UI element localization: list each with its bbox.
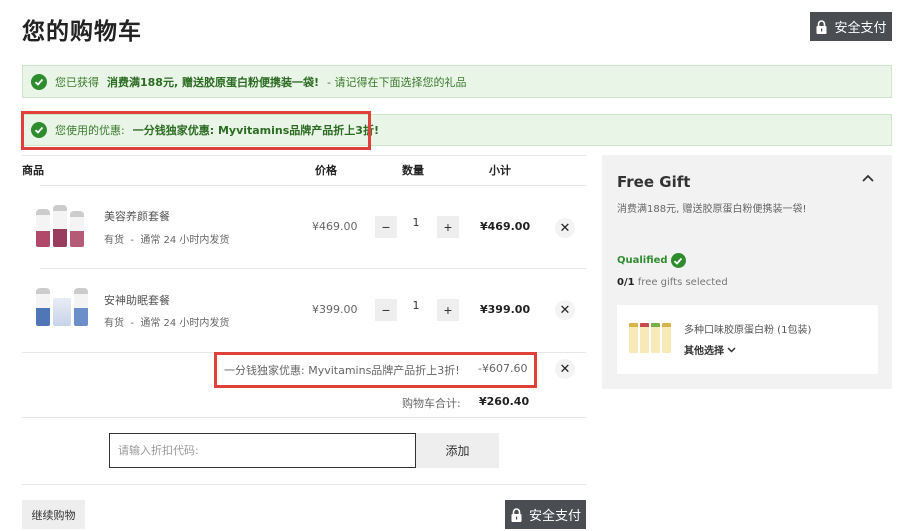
lock-icon	[510, 507, 523, 522]
shipping-info: 通常 24 小时内发货	[140, 235, 230, 246]
product-name[interactable]: 安神助眠套餐	[104, 292, 170, 308]
coupon-highlight: 一分钱独家优惠: Myvitamins品牌产品折上3折!	[132, 124, 379, 137]
gift-count-selected: 0	[617, 277, 624, 288]
shipping-info: 通常 24 小时内发货	[140, 318, 230, 329]
gift-other-options-label: 其他选择	[684, 346, 724, 357]
offer-banner: 您已获得 消费满188元, 赠送胶原蛋白粉便携装一袋! - 请记得在下面选择您的…	[22, 65, 892, 98]
header-quantity: 数量	[402, 164, 424, 177]
separator: -	[127, 318, 138, 329]
lock-icon	[815, 19, 828, 34]
page-title: 您的购物车	[22, 19, 142, 45]
close-icon: ✕	[559, 361, 571, 376]
header-subtotal: 小计	[489, 164, 511, 177]
gift-description: 消费满188元, 赠送胶原蛋白粉便携装一袋!	[617, 204, 807, 215]
divider	[22, 352, 586, 353]
offer-suffix: - 请记得在下面选择您的礼品	[327, 75, 467, 89]
product-image[interactable]	[36, 288, 88, 326]
gift-name: 多种口味胶原蛋白粉 (1包装)	[684, 325, 812, 336]
gift-title: Free Gift	[617, 173, 691, 191]
gift-other-options[interactable]: 其他选择	[684, 342, 736, 357]
remove-discount-button[interactable]: ✕	[555, 359, 575, 379]
chevron-up-icon[interactable]	[861, 173, 875, 183]
qty-value[interactable]: 1	[406, 216, 426, 229]
header-price: 价格	[315, 164, 337, 177]
qualified-status: Qualified	[617, 253, 686, 268]
gift-count-suffix: free gifts selected	[637, 277, 728, 288]
product-image[interactable]	[36, 205, 84, 247]
qty-decrease-button[interactable]: −	[375, 299, 397, 321]
gift-count: 0/1 free gifts selected	[617, 277, 728, 288]
product-price: ¥399.00	[312, 303, 358, 316]
offer-prefix: 您已获得	[55, 75, 99, 89]
qty-increase-button[interactable]: +	[437, 216, 459, 238]
free-gift-panel: Free Gift 消费满188元, 赠送胶原蛋白粉便携装一袋! Qualifi…	[602, 155, 892, 389]
stock-status: 有货	[104, 235, 124, 246]
continue-shopping-button[interactable]: 继续购物	[22, 500, 85, 529]
divider	[40, 268, 586, 269]
item-subtotal: ¥399.00	[480, 303, 531, 316]
divider	[22, 417, 586, 418]
check-circle-icon	[670, 253, 686, 268]
gift-count-total: /1	[623, 277, 635, 288]
discount-value: -¥607.60	[478, 362, 528, 375]
product-price: ¥469.00	[312, 220, 358, 233]
check-circle-icon	[31, 122, 47, 138]
divider	[22, 484, 586, 485]
secure-checkout-button-top[interactable]: 安全支付	[810, 12, 892, 41]
coupon-prefix: 您使用的优惠:	[55, 124, 125, 137]
offer-highlight: 消费满188元, 赠送胶原蛋白粉便携装一袋!	[107, 75, 319, 89]
secure-checkout-button-bottom[interactable]: 安全支付	[505, 500, 586, 529]
qty-decrease-button[interactable]: −	[375, 216, 397, 238]
product-stock: 有货 - 通常 24 小时内发货	[104, 314, 229, 329]
check-circle-icon	[31, 73, 47, 90]
product-name[interactable]: 美容养颜套餐	[104, 208, 170, 224]
coupon-code-input[interactable]	[109, 433, 416, 468]
qualified-label: Qualified	[617, 255, 668, 266]
separator: -	[127, 235, 138, 246]
discount-label: 一分钱独家优惠: Myvitamins品牌产品折上3折!	[224, 364, 460, 377]
secure-checkout-label: 安全支付	[528, 508, 581, 523]
divider	[40, 185, 586, 186]
qty-value[interactable]: 1	[406, 299, 426, 312]
secure-checkout-label: 安全支付	[834, 20, 887, 35]
chevron-down-icon	[727, 346, 736, 353]
close-icon: ✕	[559, 302, 571, 317]
add-coupon-button[interactable]: 添加	[416, 433, 499, 468]
header-product: 商品	[22, 164, 44, 177]
item-subtotal: ¥469.00	[480, 220, 531, 233]
gift-image	[629, 323, 671, 353]
product-stock: 有货 - 通常 24 小时内发货	[104, 231, 229, 246]
cart-total-value: ¥260.40	[479, 395, 530, 408]
gift-option-card[interactable]: 多种口味胶原蛋白粉 (1包装) 其他选择	[617, 305, 878, 374]
coupon-applied-banner: 您使用的优惠: 一分钱独家优惠: Myvitamins品牌产品折上3折!	[22, 114, 892, 146]
close-icon: ✕	[559, 220, 571, 235]
remove-item-button[interactable]: ✕	[555, 218, 575, 238]
stock-status: 有货	[104, 318, 124, 329]
divider	[22, 155, 586, 156]
remove-item-button[interactable]: ✕	[555, 300, 575, 320]
qty-increase-button[interactable]: +	[437, 299, 459, 321]
cart-total-label: 购物车合计:	[402, 397, 461, 410]
